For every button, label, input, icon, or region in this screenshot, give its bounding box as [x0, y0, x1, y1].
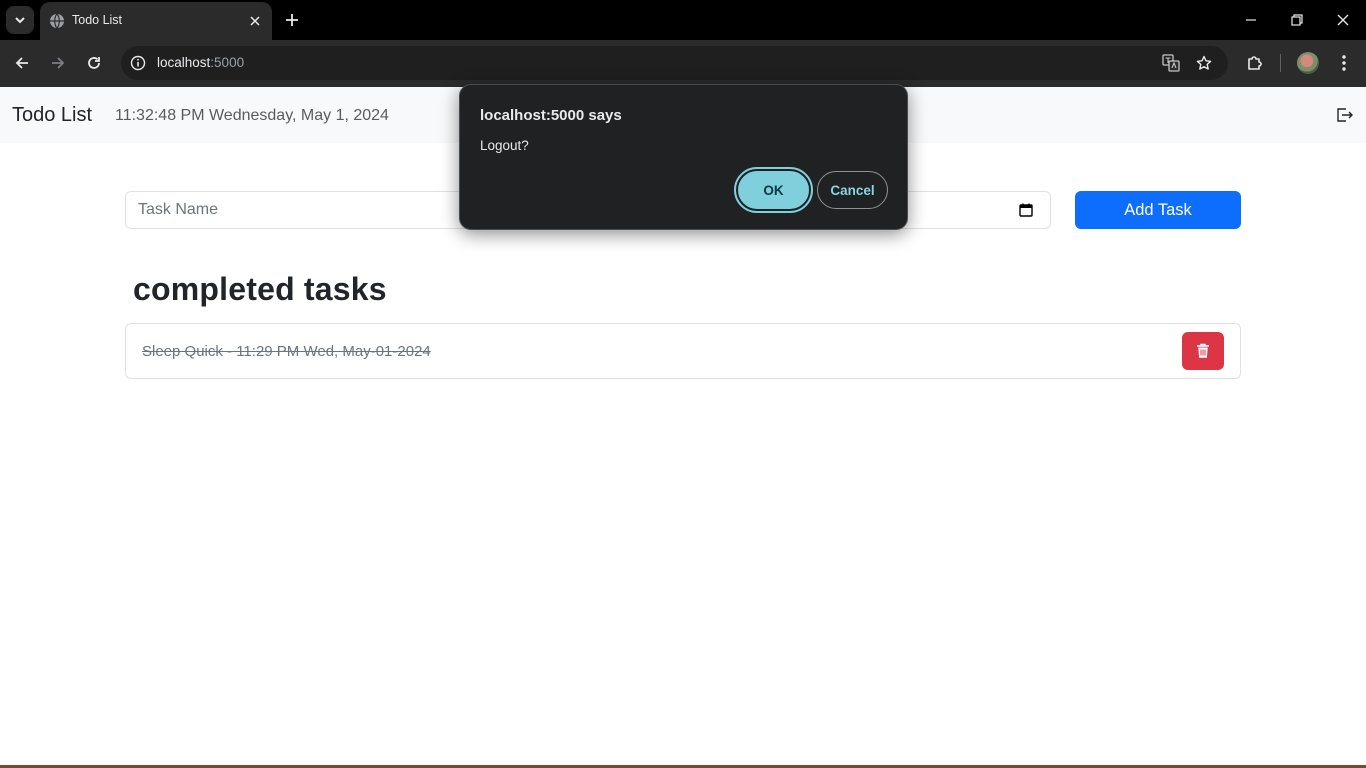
forward-button[interactable]: [46, 51, 70, 75]
browser-tabstrip: Todo List: [0, 0, 1366, 40]
add-task-button[interactable]: Add Task: [1075, 191, 1241, 229]
close-window-button[interactable]: [1331, 8, 1355, 32]
close-icon: [250, 16, 260, 26]
url-port: :5000: [210, 55, 245, 70]
browser-toolbar: localhost:5000: [0, 40, 1366, 87]
plus-icon: [286, 14, 298, 26]
menu-button[interactable]: [1332, 51, 1356, 75]
address-bar[interactable]: localhost:5000: [121, 46, 1228, 80]
translate-icon: [1162, 54, 1180, 72]
new-tab-button[interactable]: [281, 9, 303, 31]
chevron-down-icon: [15, 17, 25, 24]
globe-icon: [50, 13, 64, 29]
cancel-button[interactable]: Cancel: [817, 171, 888, 209]
task-item: Sleep Quick - 11:29 PM Wed, May-01-2024: [125, 323, 1241, 379]
browser-tab[interactable]: Todo List: [40, 2, 272, 40]
logout-icon: [1337, 108, 1353, 122]
ok-button[interactable]: OK: [734, 167, 813, 213]
trash-icon: [1197, 343, 1209, 358]
restore-icon: [1291, 14, 1303, 26]
puzzle-icon: [1248, 56, 1262, 70]
completed-tasks-heading: completed tasks: [133, 271, 387, 307]
tab-close-button[interactable]: [246, 12, 264, 30]
url-host: localhost: [157, 55, 211, 70]
dialog-title: localhost:5000 says: [480, 107, 622, 124]
star-icon: [1196, 55, 1212, 70]
logout-button[interactable]: [1335, 106, 1355, 124]
site-info-button[interactable]: [128, 53, 148, 73]
minimize-button[interactable]: [1239, 8, 1263, 32]
minimize-icon: [1246, 19, 1256, 21]
calendar-icon[interactable]: [1018, 202, 1034, 218]
toolbar-divider: [1280, 54, 1281, 72]
arrow-right-icon: [52, 57, 65, 69]
app-brand[interactable]: Todo List: [12, 104, 92, 127]
current-datetime: 11:32:48 PM Wednesday, May 1, 2024: [115, 107, 389, 124]
profile-avatar[interactable]: [1297, 52, 1319, 74]
back-button[interactable]: [10, 51, 34, 75]
tab-search-button[interactable]: [6, 6, 34, 34]
restore-button[interactable]: [1285, 8, 1309, 32]
reload-button[interactable]: [82, 51, 106, 75]
close-icon: [1337, 14, 1349, 26]
translate-button[interactable]: [1161, 53, 1181, 73]
bookmark-button[interactable]: [1194, 53, 1214, 73]
dialog-message: Logout?: [480, 138, 529, 153]
reload-icon: [88, 57, 100, 69]
more-vertical-icon: [1342, 55, 1346, 71]
task-text[interactable]: Sleep Quick - 11:29 PM Wed, May-01-2024: [142, 343, 431, 360]
delete-task-button[interactable]: [1182, 332, 1224, 370]
tab-title: Todo List: [72, 13, 123, 27]
alert-dialog: localhost:5000 says Logout? OK Cancel: [459, 84, 908, 230]
extensions-button[interactable]: [1243, 51, 1267, 75]
arrow-left-icon: [15, 57, 28, 69]
url-text: localhost:5000: [157, 55, 244, 70]
info-icon: [130, 55, 146, 71]
